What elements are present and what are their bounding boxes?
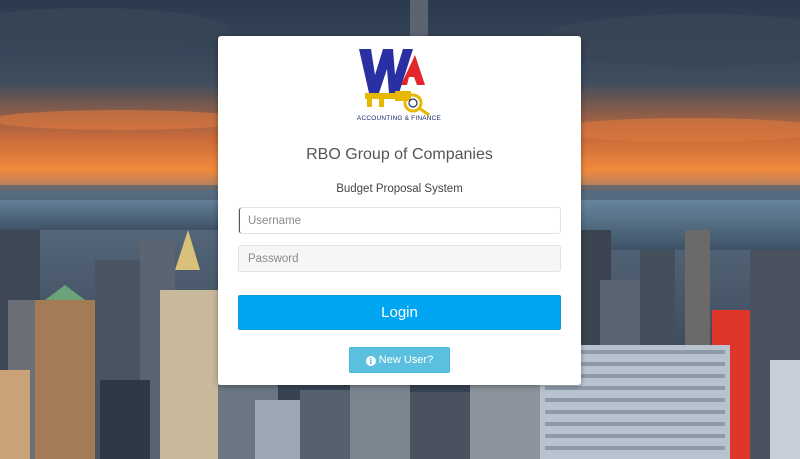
new-user-button[interactable]: i New User? xyxy=(349,347,450,373)
username-input[interactable] xyxy=(238,207,561,234)
company-title: RBO Group of Companies xyxy=(306,146,493,163)
wa-logo-icon xyxy=(359,49,430,117)
login-card: ACCOUNTING & FINANCE RBO Group of Compan… xyxy=(218,36,581,385)
password-input[interactable] xyxy=(238,245,561,272)
login-button[interactable]: Login xyxy=(238,295,561,330)
info-circle-icon: i xyxy=(365,356,376,366)
login-button-label: Login xyxy=(381,304,418,321)
system-subtitle: Budget Proposal System xyxy=(336,183,463,195)
logo-tagline: ACCOUNTING & FINANCE xyxy=(356,115,442,122)
company-logo: ACCOUNTING & FINANCE xyxy=(353,45,445,127)
new-user-label: New User? xyxy=(378,354,434,366)
